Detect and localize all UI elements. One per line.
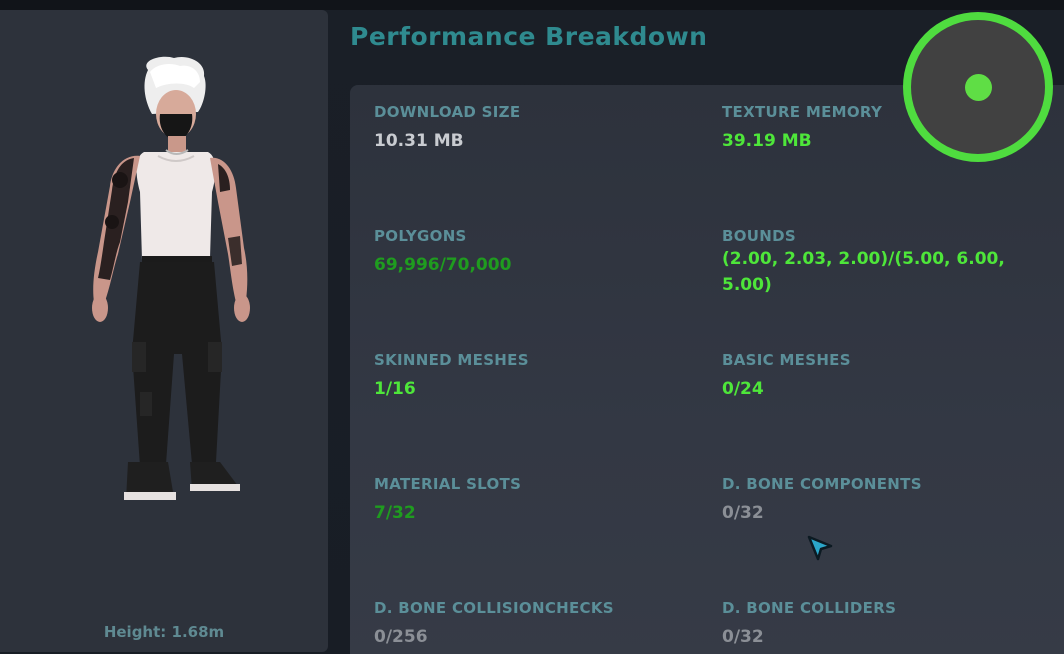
- stats-panel: DOWNLOAD SIZE 10.31 MB TEXTURE MEMORY 39…: [350, 85, 1064, 654]
- stat-label: D. BONE COLLISIONCHECKS: [374, 599, 614, 617]
- stat-label: BASIC MESHES: [722, 351, 851, 369]
- stat-value: 0/24: [722, 379, 764, 399]
- stat-value: 0/256: [374, 627, 428, 647]
- page-title: Performance Breakdown: [350, 22, 708, 51]
- stat-label: SKINNED MESHES: [374, 351, 529, 369]
- stat-dynamic-bone-collision-checks: D. BONE COLLISIONCHECKS 0/256: [374, 598, 694, 650]
- stat-value: 69,996/70,000: [374, 255, 512, 275]
- stat-dynamic-bone-components: D. BONE COMPONENTS 0/32: [722, 474, 1042, 526]
- stat-label: BOUNDS: [722, 227, 796, 245]
- avatar-figure: [92, 56, 250, 500]
- stat-bounds: BOUNDS (2.00, 2.03, 2.00)/(5.00, 6.00, 5…: [722, 226, 1022, 298]
- stat-label: POLYGONS: [374, 227, 467, 245]
- avatar-preview-panel: Height: 1.68m: [0, 10, 328, 652]
- record-button[interactable]: [903, 12, 1053, 162]
- stat-value: 10.31 MB: [374, 131, 464, 151]
- stat-value: 1/16: [374, 379, 416, 399]
- record-icon: [964, 73, 992, 101]
- stat-polygons: POLYGONS 69,996/70,000: [374, 226, 694, 278]
- stat-basic-meshes: BASIC MESHES 0/24: [722, 350, 1042, 402]
- stat-value: 0/32: [722, 503, 764, 523]
- stat-label: D. BONE COLLIDERS: [722, 599, 897, 617]
- stat-value: (2.00, 2.03, 2.00)/(5.00, 6.00, 5.00): [722, 249, 1005, 295]
- stat-value: 7/32: [374, 503, 416, 523]
- top-bar: [0, 0, 1064, 10]
- performance-screen: Height: 1.68m Performance Breakdown DOWN…: [0, 0, 1064, 654]
- stat-skinned-meshes: SKINNED MESHES 1/16: [374, 350, 694, 402]
- stat-download-size: DOWNLOAD SIZE 10.31 MB: [374, 102, 694, 154]
- stat-label: MATERIAL SLOTS: [374, 475, 522, 493]
- stat-material-slots: MATERIAL SLOTS 7/32: [374, 474, 694, 526]
- avatar-height-label: Height: 1.68m: [103, 623, 225, 641]
- stat-label: D. BONE COMPONENTS: [722, 475, 922, 493]
- stat-value: 0/32: [722, 627, 764, 647]
- stat-label: DOWNLOAD SIZE: [374, 103, 521, 121]
- arrow-cursor-icon: [807, 535, 833, 561]
- stat-dynamic-bone-colliders: D. BONE COLLIDERS 0/32: [722, 598, 1042, 650]
